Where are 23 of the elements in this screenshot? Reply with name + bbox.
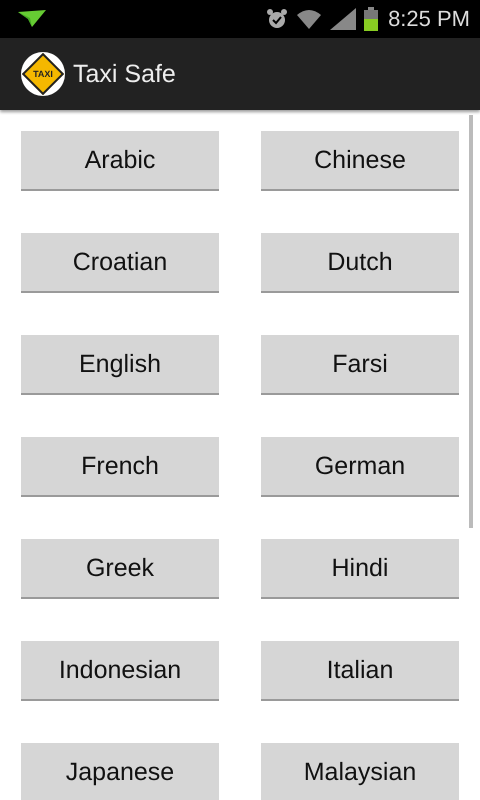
language-button[interactable]: Hindi <box>261 539 459 599</box>
language-button[interactable]: German <box>261 437 459 497</box>
logo-text: TAXI <box>33 69 53 79</box>
language-button[interactable]: Indonesian <box>21 641 219 701</box>
scrollbar[interactable] <box>469 115 473 528</box>
language-button[interactable]: Malaysian <box>261 743 459 800</box>
language-button[interactable]: Greek <box>21 539 219 599</box>
language-button[interactable]: Chinese <box>261 131 459 191</box>
language-button[interactable]: Dutch <box>261 233 459 293</box>
language-button[interactable]: Japanese <box>21 743 219 800</box>
language-button[interactable]: English <box>21 335 219 395</box>
paper-plane-icon <box>18 10 46 28</box>
wifi-icon <box>296 8 322 30</box>
language-button[interactable]: French <box>21 437 219 497</box>
alarm-clock-icon <box>266 8 288 30</box>
status-time: 8:25 PM <box>388 6 470 32</box>
language-button[interactable]: Italian <box>261 641 459 701</box>
battery-icon <box>364 7 378 31</box>
app-title: Taxi Safe <box>73 60 176 88</box>
language-button[interactable]: Farsi <box>261 335 459 395</box>
language-button[interactable]: Arabic <box>21 131 219 191</box>
language-button[interactable]: Croatian <box>21 233 219 293</box>
signal-icon <box>330 8 356 30</box>
